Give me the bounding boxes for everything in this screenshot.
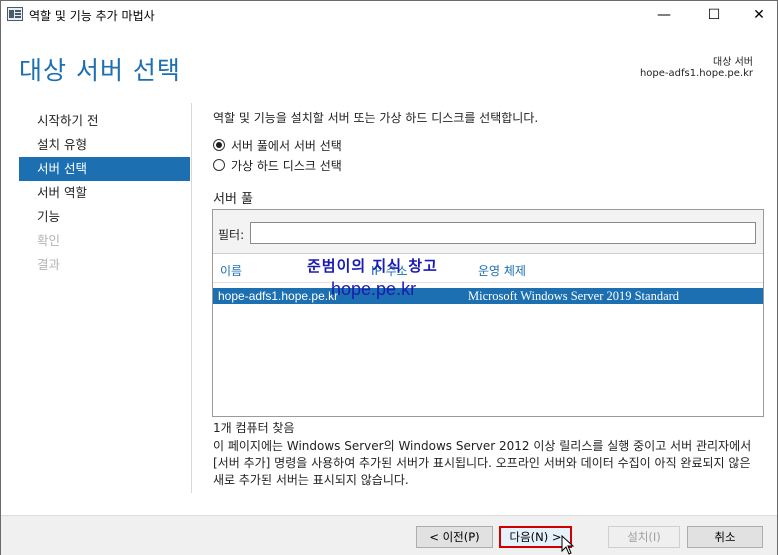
- nav-item-features[interactable]: 기능: [19, 205, 190, 229]
- table-row[interactable]: hope-adfs1.hope.pe.kr Microsoft Windows …: [213, 288, 763, 304]
- column-header-os[interactable]: 운영 체제: [478, 262, 526, 279]
- maximize-button[interactable]: ☐: [691, 1, 737, 29]
- destination-server-value: hope-adfs1.hope.pe.kr: [639, 68, 753, 79]
- radio-unchecked-icon[interactable]: [213, 159, 225, 171]
- description-text: 이 페이지에는 Windows Server의 Windows Server 2…: [213, 439, 752, 487]
- nav-item-results: 결과: [37, 257, 61, 272]
- nav-item-installation-type[interactable]: 설치 유형: [19, 133, 190, 157]
- wizard-steps-nav: 시작하기 전 설치 유형 서버 선택 서버 역할 기능 확인 결과: [19, 109, 190, 277]
- filter-bar: 필터:: [213, 210, 763, 254]
- radio-select-from-pool[interactable]: 서버 풀에서 서버 선택: [213, 137, 342, 153]
- install-button: 설치(I): [608, 526, 680, 548]
- server-pool-label: 서버 풀: [213, 192, 254, 207]
- nav-item-confirmation: 확인: [37, 233, 61, 248]
- filter-input[interactable]: [250, 222, 756, 244]
- radio-select-vhd[interactable]: 가상 하드 디스크 선택: [213, 157, 342, 173]
- close-button[interactable]: ✕: [736, 1, 778, 29]
- window-title: 역할 및 기능 추가 마법사: [29, 9, 155, 23]
- maximize-icon: ☐: [707, 7, 721, 23]
- instruction-text: 역할 및 기능을 설치할 서버 또는 가상 하드 디스크를 선택합니다.: [213, 111, 539, 125]
- column-header-name[interactable]: 이름: [220, 262, 242, 279]
- column-header-divider: [213, 282, 763, 283]
- cell-server-name: hope-adfs1.hope.pe.kr: [218, 289, 339, 303]
- wizard-window: 역할 및 기능 추가 마법사 — ☐ ✕ 대상 서버 선택 대상 서버 hope…: [0, 0, 778, 555]
- title-bar[interactable]: 역할 및 기능 추가 마법사 — ☐ ✕: [1, 1, 777, 29]
- mouse-pointer-icon: [561, 535, 575, 555]
- watermark-url: hope.pe.kr: [331, 279, 417, 299]
- radio-checked-icon[interactable]: [213, 139, 225, 151]
- nav-divider: [191, 103, 192, 493]
- button-bar: < 이전(P) 다음(N) > 설치(I) 취소: [1, 515, 777, 555]
- server-manager-icon: [7, 7, 23, 21]
- cancel-button[interactable]: 취소: [687, 526, 763, 548]
- radio-label: 서버 풀에서 서버 선택: [231, 138, 342, 153]
- nav-item-server-selection[interactable]: 서버 선택: [19, 157, 190, 181]
- server-pool-list: 필터: 이름 IP 주소 운영 체제 hope-adfs1.hope.pe.kr…: [212, 209, 764, 417]
- watermark-title: 준범이의 지식 창고: [307, 257, 438, 275]
- destination-server-label: 대상 서버: [713, 57, 753, 68]
- nav-item-before-you-begin[interactable]: 시작하기 전: [19, 109, 190, 133]
- found-count-text: 1개 컴퓨터 찾음: [213, 421, 295, 435]
- radio-label: 가상 하드 디스크 선택: [231, 158, 342, 173]
- close-icon: ✕: [753, 7, 765, 23]
- previous-button[interactable]: < 이전(P): [416, 526, 493, 548]
- page-title: 대상 서버 선택: [19, 56, 181, 85]
- minimize-button[interactable]: —: [641, 1, 687, 29]
- nav-item-server-roles[interactable]: 서버 역할: [19, 181, 190, 205]
- minimize-icon: —: [657, 7, 671, 23]
- cell-os: Microsoft Windows Server 2019 Standard: [468, 289, 680, 303]
- filter-label: 필터:: [218, 228, 245, 242]
